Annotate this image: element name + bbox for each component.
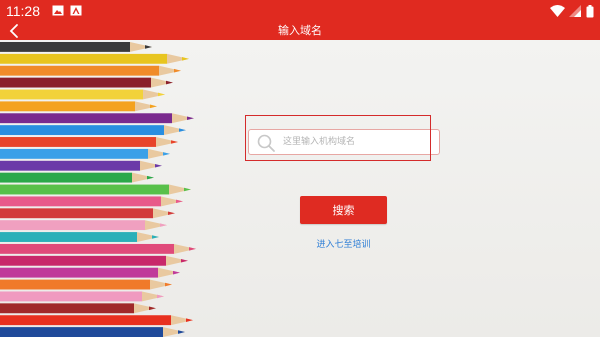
pencil-body — [0, 77, 151, 88]
signal-icon — [569, 5, 581, 17]
pencil-tip — [187, 116, 194, 120]
pencil-body — [0, 89, 143, 100]
pencil-body — [0, 125, 164, 136]
pencil-tip — [184, 187, 191, 192]
pencil-body — [0, 267, 158, 278]
pencil-tip — [178, 330, 185, 334]
pencil-body — [0, 315, 171, 326]
pencil-body — [0, 303, 134, 314]
pencil-tip — [158, 92, 165, 97]
pencil-tip — [189, 247, 196, 251]
pencil-body — [0, 42, 130, 52]
a-icon — [70, 5, 82, 16]
pencil-body — [0, 220, 145, 231]
wifi-icon — [550, 5, 565, 17]
pencil-tip — [186, 318, 193, 322]
pencil-body — [0, 279, 150, 290]
system-icons — [550, 3, 594, 19]
pencil-tip — [157, 294, 164, 299]
pencil-body — [0, 243, 174, 254]
pencil-tip — [149, 306, 156, 311]
pencil-tip — [174, 68, 181, 73]
pencil-body — [0, 148, 148, 159]
pencil-tip — [179, 128, 186, 132]
search-button[interactable]: 搜索 — [300, 196, 387, 224]
pencil-tip — [163, 152, 170, 156]
pencil-tip — [145, 45, 152, 49]
domain-search-input[interactable] — [283, 133, 433, 151]
pencil-tip — [150, 104, 157, 109]
colored-pencils-illustration — [0, 42, 196, 337]
battery-icon — [586, 4, 594, 17]
pencil-body — [0, 172, 132, 183]
search-box[interactable] — [248, 129, 440, 155]
pencil-tip — [166, 80, 173, 85]
main-content: 搜索 进入七至培训 — [0, 40, 600, 337]
pencil-body — [0, 184, 169, 195]
pencil-body — [0, 101, 135, 112]
pencil-tip — [181, 259, 188, 263]
pencil-tip — [168, 211, 175, 216]
pencil-body — [0, 196, 161, 207]
pencil-tip — [155, 163, 162, 168]
pencil-tip — [160, 223, 167, 227]
pencil-tip — [147, 175, 154, 180]
pencil-body — [0, 113, 172, 124]
status-bar: 11:28 — [0, 0, 600, 22]
page-title: 输入域名 — [278, 24, 322, 37]
pencil-body — [0, 208, 153, 219]
image-icon — [52, 5, 64, 16]
pencil-tip — [152, 235, 159, 239]
pencil-body — [0, 255, 166, 266]
pencil-body — [0, 327, 163, 337]
status-time: 11:28 — [6, 3, 40, 19]
pencil-tip — [173, 270, 180, 275]
pencil-tip — [182, 57, 189, 61]
pencil-body — [0, 160, 140, 171]
pencil-tip — [176, 199, 183, 204]
pencil-tip — [165, 282, 172, 287]
pencil-tip — [171, 140, 178, 144]
search-icon — [257, 134, 275, 152]
enter-training-link[interactable]: 进入七至培训 — [300, 237, 387, 250]
pencil-body — [0, 137, 156, 147]
app-bar: 输入域名 — [0, 22, 600, 40]
pencil-body — [0, 53, 167, 64]
pencil-body — [0, 232, 137, 242]
pencil-body — [0, 291, 142, 302]
pencil-body — [0, 65, 159, 76]
